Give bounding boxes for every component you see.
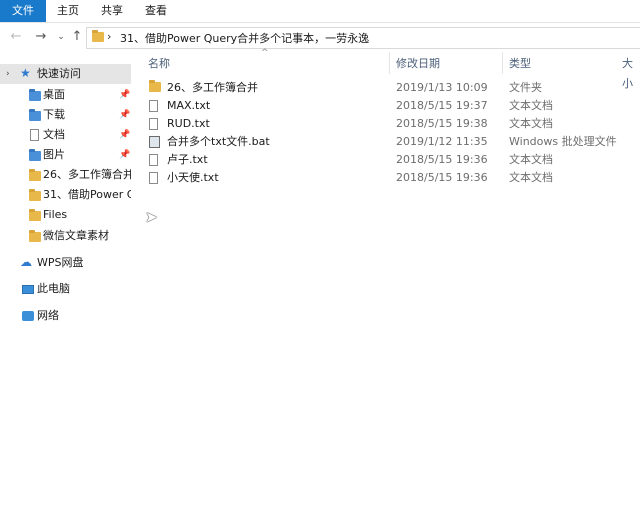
- file-row[interactable]: 合并多个txt文件.bat 2019/1/12 11:35 Windows 批处…: [145, 133, 640, 151]
- batch-file-icon: [149, 136, 160, 148]
- sidebar-item-label: 网络: [37, 309, 59, 322]
- text-file-icon: [149, 100, 158, 112]
- folder-icon: [29, 169, 41, 181]
- folder-icon: [149, 80, 161, 92]
- text-file-icon: [149, 154, 158, 166]
- file-name: 卢子.txt: [167, 153, 208, 166]
- pin-icon[interactable]: 📌: [119, 105, 130, 125]
- folder-icon: [92, 30, 104, 42]
- file-type: Windows 批处理文件: [509, 135, 617, 148]
- sidebar-item-label: 微信文章素材: [43, 229, 109, 242]
- sidebar-item-folder-26[interactable]: 26、多工作簿合并: [0, 165, 131, 185]
- file-date: 2019/1/13 10:09: [396, 81, 488, 94]
- file-date: 2018/5/15 19:38: [396, 117, 488, 130]
- column-header-type[interactable]: 类型: [509, 54, 531, 74]
- file-type: 文本文档: [509, 117, 553, 130]
- sidebar-item-downloads[interactable]: 下载 📌: [0, 105, 131, 125]
- pin-icon[interactable]: 📌: [119, 145, 130, 165]
- folder-icon: [29, 189, 41, 201]
- file-name: 26、多工作簿合并: [167, 81, 258, 94]
- file-date: 2018/5/15 19:37: [396, 99, 488, 112]
- sidebar-item-label: 下载: [43, 108, 65, 121]
- tab-view[interactable]: 查看: [134, 0, 178, 22]
- tab-file[interactable]: 文件: [0, 0, 46, 22]
- network-icon: [22, 311, 34, 321]
- pin-icon[interactable]: 📌: [119, 85, 130, 105]
- sidebar-item-label: 桌面: [43, 88, 65, 101]
- file-name: MAX.txt: [167, 99, 211, 112]
- sidebar-item-label: Files: [43, 208, 68, 221]
- sidebar-item-label: 快速访问: [37, 67, 81, 80]
- file-name: RUD.txt: [167, 117, 210, 130]
- pictures-folder-icon: [29, 149, 41, 161]
- sidebar-item-label: 图片: [43, 148, 65, 161]
- sidebar-item-this-pc[interactable]: 此电脑: [0, 279, 131, 299]
- star-icon: ★: [20, 66, 31, 80]
- file-type: 文本文档: [509, 153, 553, 166]
- file-type: 文本文档: [509, 171, 553, 184]
- sidebar-item-wps[interactable]: ☁ WPS网盘: [0, 253, 131, 273]
- tab-share[interactable]: 共享: [90, 0, 134, 22]
- sidebar-item-label: 此电脑: [37, 282, 70, 295]
- file-name: 小天使.txt: [167, 171, 219, 184]
- chevron-down-icon[interactable]: ⌄: [53, 29, 69, 45]
- file-row[interactable]: 26、多工作簿合并 2019/1/13 10:09 文件夹: [145, 79, 640, 97]
- file-row[interactable]: 小天使.txt 2018/5/15 19:36 文本文档: [145, 169, 640, 187]
- sidebar-item-documents[interactable]: 文档 📌: [0, 125, 131, 145]
- pin-icon[interactable]: 📌: [119, 125, 130, 145]
- download-folder-icon: [29, 109, 41, 121]
- expand-chevron-icon[interactable]: ›: [6, 64, 10, 84]
- sidebar-item-wechat[interactable]: 微信文章素材: [0, 226, 131, 246]
- sidebar-item-label: 文档: [43, 128, 65, 141]
- sidebar-item-network[interactable]: 网络: [0, 306, 131, 326]
- arrow-up-icon[interactable]: ↑: [69, 29, 85, 45]
- breadcrumb-path[interactable]: 31、借助Power Query合并多个记事本，一劳永逸: [120, 30, 369, 46]
- column-divider[interactable]: [502, 52, 503, 74]
- ribbon-tabs: 文件 主页 共享 查看: [0, 0, 640, 23]
- sidebar-item-files[interactable]: Files: [0, 205, 131, 225]
- file-row[interactable]: MAX.txt 2018/5/15 19:37 文本文档: [145, 97, 640, 115]
- file-row[interactable]: RUD.txt 2018/5/15 19:38 文本文档: [145, 115, 640, 133]
- sidebar-item-quick-access[interactable]: › ★ 快速访问: [0, 64, 131, 84]
- file-row[interactable]: 卢子.txt 2018/5/15 19:36 文本文档: [145, 151, 640, 169]
- sidebar-item-folder-31[interactable]: 31、借助Power Query合并多个记事本，一劳永逸: [0, 185, 131, 205]
- file-list: ^ 名称 修改日期 类型 大小 26、多工作簿合并 2019/1/13 10:0…: [131, 48, 640, 530]
- file-name: 合并多个txt文件.bat: [167, 135, 270, 148]
- file-date: 2018/5/15 19:36: [396, 153, 488, 166]
- sidebar-item-pictures[interactable]: 图片 📌: [0, 145, 131, 165]
- sidebar-item-label: 31、借助Power Query合并多个记事本，一劳永逸: [43, 188, 131, 201]
- folder-icon: [29, 209, 41, 221]
- sidebar-item-label: WPS网盘: [37, 256, 84, 269]
- file-type: 文件夹: [509, 81, 542, 94]
- column-header-date[interactable]: 修改日期: [396, 54, 440, 74]
- file-date: 2019/1/12 11:35: [396, 135, 488, 148]
- tab-home[interactable]: 主页: [46, 0, 90, 22]
- breadcrumb-chevron-icon[interactable]: ›: [107, 30, 111, 43]
- text-file-icon: [149, 172, 158, 184]
- arrow-right-icon[interactable]: →: [33, 29, 49, 45]
- computer-icon: [22, 285, 34, 294]
- address-bar[interactable]: › 31、借助Power Query合并多个记事本，一劳永逸: [86, 27, 640, 49]
- sidebar-item-desktop[interactable]: 桌面 📌: [0, 85, 131, 105]
- documents-folder-icon: [30, 129, 39, 141]
- navigation-pane: › ★ 快速访问 桌面 📌 下载 📌 文档 📌 图片 📌 26、多工作簿合并 3…: [0, 62, 131, 530]
- column-header-size[interactable]: 大小: [622, 54, 640, 90]
- cloud-icon: ☁: [20, 255, 32, 269]
- file-date: 2018/5/15 19:36: [396, 171, 488, 184]
- arrow-left-icon[interactable]: ←: [8, 29, 24, 45]
- column-divider[interactable]: [389, 52, 390, 74]
- text-file-icon: [149, 118, 158, 130]
- sort-ascending-icon: ^: [261, 48, 269, 58]
- mouse-cursor-icon: ➤: [145, 208, 158, 226]
- file-type: 文本文档: [509, 99, 553, 112]
- sidebar-item-label: 26、多工作簿合并: [43, 168, 131, 181]
- navigation-bar: ← → ⌄ ↑ › 31、借助Power Query合并多个记事本，一劳永逸: [0, 23, 640, 51]
- desktop-folder-icon: [29, 89, 41, 101]
- column-header-name[interactable]: 名称: [148, 54, 170, 74]
- folder-icon: [29, 230, 41, 242]
